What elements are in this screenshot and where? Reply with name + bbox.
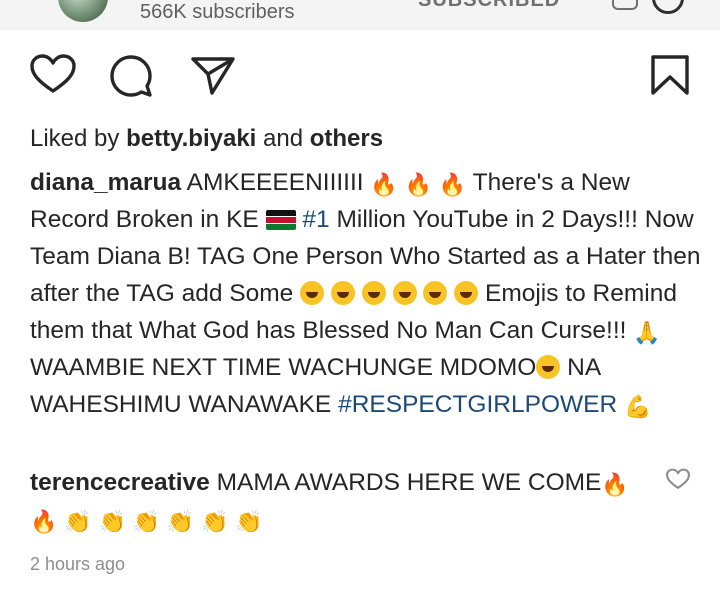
caption-text-1: AMKEEEENIIIIII <box>181 169 371 196</box>
fire-emoji-icon: 🔥 <box>30 509 58 534</box>
clapping-hands-icon: 👏 <box>166 509 195 534</box>
channel-header: 566K subscribers SUBSCRIBED <box>0 0 720 30</box>
laughing-emoji-icon <box>330 281 355 305</box>
clapping-hands-icon: 👏 <box>201 509 229 534</box>
comment-username[interactable]: terencecreative <box>30 469 210 496</box>
comment-row: terencecreative MAMA AWARDS HERE WE COME… <box>30 464 630 538</box>
comment-icon[interactable] <box>109 54 153 98</box>
hashtag-link[interactable]: #RESPECTGIRLPOWER <box>338 391 617 418</box>
channel-avatar[interactable] <box>58 0 108 22</box>
clapping-hands-icon: 👏 <box>132 509 161 534</box>
laughing-emoji-icon <box>300 281 325 305</box>
flexed-biceps-icon: 💪 <box>623 394 652 419</box>
laughing-emoji-icon <box>361 281 386 305</box>
liked-by-line: Liked by betty.biyaki and others <box>30 124 383 154</box>
hashtag-link[interactable]: #1 <box>302 206 329 233</box>
liked-prefix: Liked by <box>30 125 127 152</box>
subscriber-count: 566K subscribers <box>140 1 295 23</box>
fire-emoji-icon: 🔥 <box>438 172 467 197</box>
liked-user-link[interactable]: betty.biyaki <box>126 125 256 152</box>
comment-heart-icon[interactable] <box>666 468 690 490</box>
post-caption: diana_marua AMKEEEENIIIIII 🔥 🔥 🔥 There's… <box>30 164 702 423</box>
subscribed-button[interactable]: SUBSCRIBED <box>418 0 560 12</box>
clapping-hands-icon: 👏 <box>98 509 126 534</box>
bookmark-icon[interactable] <box>650 54 690 96</box>
laughing-emoji-icon <box>454 281 479 305</box>
caption-username[interactable]: diana_marua <box>30 169 181 196</box>
timestamp: 2 hours ago <box>30 554 126 574</box>
laughing-emoji-icon <box>392 281 417 305</box>
laughing-emoji-icon <box>423 281 448 305</box>
heart-icon[interactable] <box>30 54 76 94</box>
more-icon[interactable] <box>652 0 684 14</box>
fire-emoji-icon: 🔥 <box>404 172 433 197</box>
fire-emoji-icon: 🔥 <box>370 172 398 197</box>
share-icon[interactable] <box>190 56 236 96</box>
liked-others-link[interactable]: others <box>310 125 383 152</box>
kenya-flag-icon <box>265 210 296 230</box>
comment-text: MAMA AWARDS HERE WE COME <box>209 469 602 496</box>
fire-emoji-icon: 🔥 <box>601 472 629 497</box>
liked-and: and <box>256 125 310 152</box>
praying-hands-icon: 🙏 <box>633 320 661 345</box>
clapping-hands-icon: 👏 <box>64 509 92 534</box>
zipper-mouth-emoji-icon <box>536 355 561 379</box>
bell-icon[interactable] <box>612 0 638 10</box>
clapping-hands-icon: 👏 <box>235 509 263 534</box>
caption-text-5: WAAMBIE NEXT TIME WACHUNGE MDOMO <box>30 354 537 381</box>
